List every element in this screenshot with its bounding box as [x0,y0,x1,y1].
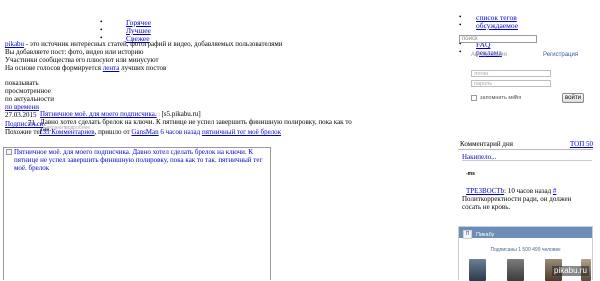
avatar[interactable] [469,259,486,281]
comment-user-link[interactable]: TPE3BOCTb [466,187,504,195]
post-source: [s5.pikabu.ru] [159,110,201,118]
post-image[interactable]: Пятничное моё. для моего подписчика. Дав… [3,147,271,280]
post-meta-text: , пришло от [94,128,132,136]
tags-link[interactable]: пятничный тег моё брелок [202,128,281,136]
login-button[interactable]: войти [562,93,584,103]
comment-reply-link[interactable]: # [553,187,557,195]
vk-subscribers-count: Подписаны 1 500 499 человек [490,247,561,253]
broken-image-icon [6,149,12,155]
comment-of-day-title: Комментарий дня [460,140,513,148]
post-time: 6 часов назад [158,128,201,136]
sort-by-time[interactable]: по времени [5,103,39,111]
post-image-alt: Пятничное моё. для моего подписчика. Дав… [14,148,263,172]
tab-registration[interactable]: Регистрация [543,52,578,60]
password-field[interactable]: пароль [471,80,551,87]
intro-text: лучших постов [119,64,167,72]
search-input[interactable]: поиск [459,35,537,43]
vk-widget-title[interactable]: Пикабу [476,232,494,240]
post-meta: 135 Комментариев, пришло от GansMan 6 ча… [39,128,281,137]
intro-line-4: На основе голосов формируется лента лучш… [5,64,167,73]
remember-checkbox[interactable] [471,95,477,101]
comment-time: : 10 часов назад [504,187,552,195]
intro-text: На основе голосов формируется [5,64,103,72]
login-box: Авторизация Регистрация логин пароль зап… [458,52,586,110]
avatar[interactable] [507,259,524,281]
comment-text-line-2: сосать не кровь. [462,203,511,211]
intro-text: - это источник интересных статей, фотогр… [24,40,283,48]
pikabu-watermark: pikabu.ru [552,266,589,276]
comments-link[interactable]: 135 Комментариев [39,128,95,136]
subscribe-button[interactable]: Подписаться [5,120,43,128]
top50-link[interactable]: ТОП 50 [570,140,593,149]
comment-of-day-header: Комментарий дня ТОП 50 [458,140,593,150]
discussed-link[interactable]: обсуждаемое [476,21,518,30]
login-tabs: Авторизация Регистрация [458,52,586,60]
comment-rating: -ms [466,171,475,177]
author-link[interactable]: GansMan [131,128,158,136]
similar-tags-label: Похожие тег [5,128,43,136]
remember-help-link[interactable]: ? [514,95,517,103]
login-field[interactable]: логин [471,70,551,77]
right-link-discussed[interactable]: обсуждаемое [459,22,518,30]
post-title-link[interactable]: Пятничное моё. для моего подписчика. [40,110,157,118]
comment-divider [462,159,592,161]
tab-authorization[interactable]: Авторизация [471,52,507,60]
brand-link[interactable]: pikabu [5,40,24,48]
pikabu-logo-icon: П [463,230,472,239]
feed-link[interactable]: лента [103,64,120,72]
